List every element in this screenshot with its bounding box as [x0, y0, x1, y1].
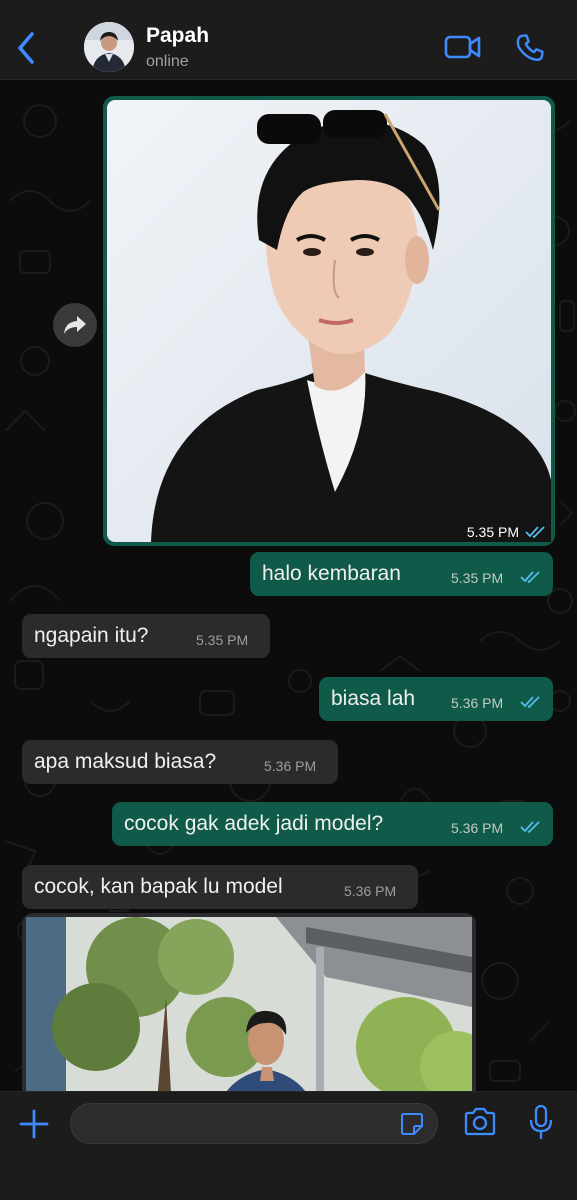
message-bubble-incoming[interactable]: apa maksud biasa? 5.36 PM — [22, 740, 338, 784]
message-bubble-incoming[interactable]: cocok, kan bapak lu model 5.36 PM — [22, 865, 418, 909]
read-ticks-icon — [520, 696, 540, 709]
contact-name[interactable]: Papah — [146, 24, 209, 48]
message-time: 5.36 PM — [344, 883, 397, 899]
video-call-icon — [444, 35, 481, 59]
microphone-button[interactable] — [528, 1104, 554, 1145]
avatar-image — [84, 22, 134, 72]
avatar[interactable] — [84, 22, 134, 72]
message-time: 5.36 PM — [451, 695, 504, 711]
message-bubble-outgoing[interactable]: cocok gak adek jadi model? 5.36 PM — [112, 802, 553, 846]
camera-button[interactable] — [463, 1107, 497, 1142]
message-bubble-outgoing[interactable]: biasa lah 5.36 PM — [319, 677, 553, 721]
voice-call-button[interactable] — [514, 32, 546, 69]
image-message-outgoing[interactable]: 5.35 PM — [103, 96, 555, 546]
camera-icon — [464, 1107, 496, 1136]
message-input[interactable] — [70, 1103, 438, 1144]
chat-area[interactable]: 5.35 PM halo kembaran 5.35 PM ngapain it… — [0, 81, 577, 1091]
contact-status: online — [146, 53, 189, 70]
phone-icon — [516, 34, 544, 62]
image-time: 5.35 PM — [466, 524, 519, 540]
message-text: biasa lah — [331, 687, 416, 710]
video-call-button[interactable] — [444, 33, 482, 66]
photo-outdoor[interactable] — [26, 917, 472, 1091]
microphone-icon — [529, 1104, 553, 1140]
message-bubble-outgoing[interactable]: halo kembaran 5.35 PM — [250, 552, 553, 596]
back-button[interactable] — [12, 28, 42, 68]
sticker-icon — [401, 1113, 423, 1135]
read-ticks-icon — [520, 821, 540, 834]
sticker-button[interactable] — [400, 1112, 424, 1141]
read-ticks-icon — [520, 571, 540, 584]
image-message-incoming[interactable] — [22, 913, 476, 1091]
message-text: cocok, kan bapak lu model — [34, 875, 283, 898]
message-composer — [0, 1091, 577, 1200]
chat-header: Papah online — [0, 0, 577, 80]
forward-icon — [64, 316, 86, 334]
forward-button[interactable] — [53, 303, 97, 347]
message-text: ngapain itu? — [34, 624, 149, 647]
message-text: apa maksud biasa? — [34, 750, 217, 773]
attach-button[interactable] — [18, 1108, 50, 1145]
read-ticks-icon — [525, 526, 545, 539]
photo-portrait[interactable] — [107, 100, 551, 542]
message-text: cocok gak adek jadi model? — [124, 812, 384, 835]
plus-icon — [19, 1109, 49, 1139]
message-text: halo kembaran — [262, 562, 401, 585]
message-time: 5.36 PM — [264, 758, 317, 774]
message-time: 5.36 PM — [451, 820, 504, 836]
chevron-left-icon — [18, 32, 34, 64]
message-time: 5.35 PM — [196, 632, 249, 648]
message-bubble-incoming[interactable]: ngapain itu? 5.35 PM — [22, 614, 270, 658]
message-time: 5.35 PM — [451, 570, 504, 586]
